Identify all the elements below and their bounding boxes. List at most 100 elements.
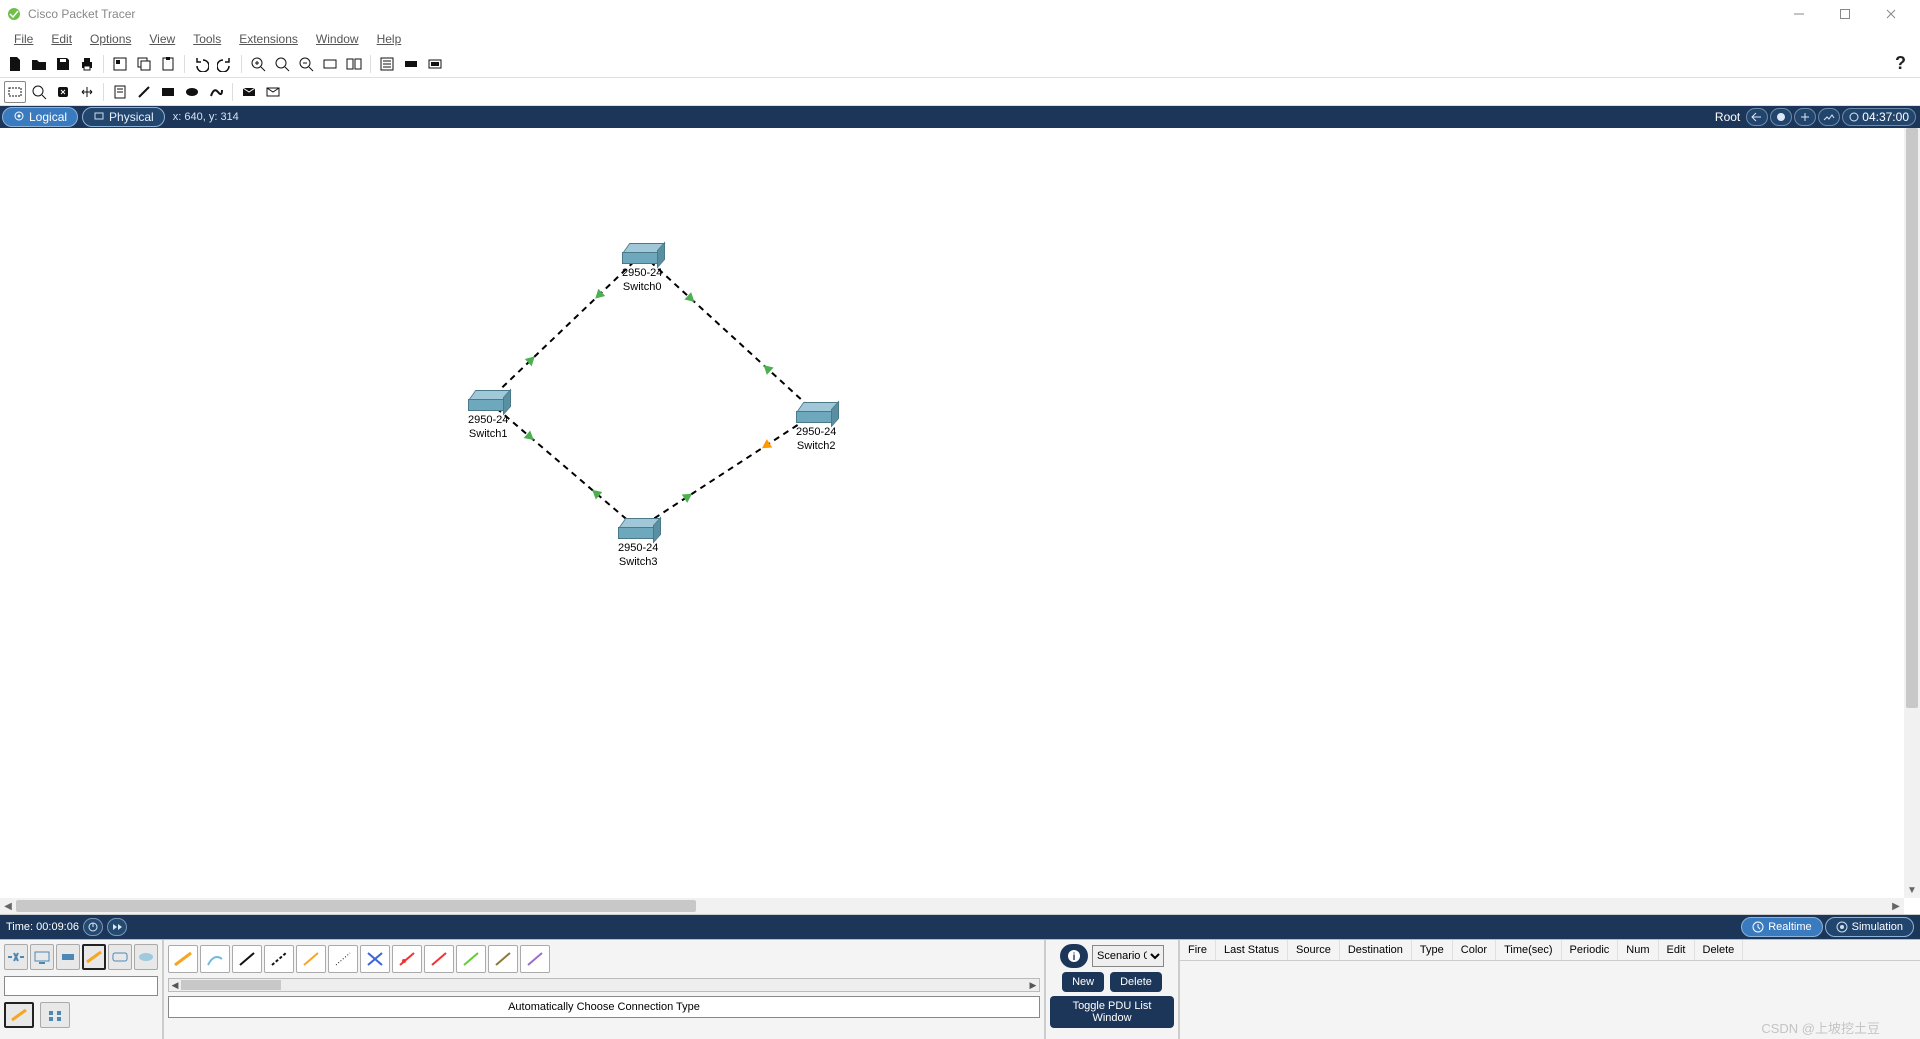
menu-extensions[interactable]: Extensions bbox=[231, 30, 306, 48]
realtime-tab[interactable]: Realtime bbox=[1741, 917, 1822, 937]
select-tool-button[interactable] bbox=[4, 81, 26, 103]
zoom-out-button[interactable] bbox=[295, 53, 317, 75]
cluster-button[interactable] bbox=[1770, 108, 1792, 126]
category-components[interactable] bbox=[56, 944, 80, 970]
connection-octal-button[interactable] bbox=[456, 945, 486, 973]
connection-phone-button[interactable] bbox=[328, 945, 358, 973]
fast-forward-button[interactable] bbox=[107, 918, 127, 936]
connection-console-button[interactable] bbox=[200, 945, 230, 973]
line-tool-button[interactable] bbox=[133, 81, 155, 103]
pdu-col-edit[interactable]: Edit bbox=[1659, 940, 1695, 960]
new-file-button[interactable] bbox=[4, 53, 26, 75]
device-switch0[interactable]: 2950-24Switch0 bbox=[622, 243, 662, 295]
misc-button-2[interactable] bbox=[424, 53, 446, 75]
command-log-button[interactable] bbox=[376, 53, 398, 75]
menu-help[interactable]: Help bbox=[369, 30, 410, 48]
device-switch2[interactable]: 2950-24Switch2 bbox=[796, 402, 836, 454]
note-tool-button[interactable] bbox=[109, 81, 131, 103]
category-miscellaneous[interactable] bbox=[108, 944, 132, 970]
logical-tab[interactable]: Logical bbox=[2, 107, 78, 127]
conn-scroll-right[interactable]: ▶ bbox=[1027, 979, 1039, 991]
vertical-scrollbar[interactable]: ▲ ▼ bbox=[1904, 128, 1920, 898]
category-connections[interactable] bbox=[82, 944, 106, 970]
activity-wizard-button[interactable] bbox=[109, 53, 131, 75]
connection-serial-dce-button[interactable] bbox=[392, 945, 422, 973]
subcategory-connections-grid[interactable] bbox=[40, 1002, 70, 1028]
device-search-input[interactable] bbox=[4, 976, 158, 996]
scroll-left-arrow[interactable]: ◀ bbox=[0, 898, 16, 914]
help-button[interactable]: ? bbox=[1895, 53, 1916, 74]
environment-clock[interactable]: 04:37:00 bbox=[1842, 108, 1916, 126]
subcategory-connections-all[interactable] bbox=[4, 1002, 34, 1028]
category-multiuser[interactable] bbox=[134, 944, 158, 970]
menu-edit[interactable]: Edit bbox=[43, 30, 80, 48]
scenario-delete-button[interactable]: Delete bbox=[1110, 972, 1162, 992]
pdu-col-color[interactable]: Color bbox=[1453, 940, 1496, 960]
drawing-palette-button[interactable] bbox=[319, 53, 341, 75]
pdu-col-laststatus[interactable]: Last Status bbox=[1216, 940, 1288, 960]
connection-iot-button[interactable] bbox=[488, 945, 518, 973]
scroll-down-arrow[interactable]: ▼ bbox=[1904, 882, 1920, 898]
custom-devices-button[interactable] bbox=[343, 53, 365, 75]
maximize-button[interactable] bbox=[1822, 0, 1868, 28]
power-cycle-button[interactable] bbox=[83, 918, 103, 936]
print-button[interactable] bbox=[76, 53, 98, 75]
menu-options[interactable]: Options bbox=[82, 30, 139, 48]
vscroll-thumb[interactable] bbox=[1906, 128, 1918, 708]
set-background-button[interactable] bbox=[1818, 108, 1840, 126]
pdu-col-delete[interactable]: Delete bbox=[1695, 940, 1744, 960]
pdu-col-timesec[interactable]: Time(sec) bbox=[1496, 940, 1561, 960]
pdu-col-fire[interactable]: Fire bbox=[1180, 940, 1216, 960]
pdu-col-periodic[interactable]: Periodic bbox=[1562, 940, 1619, 960]
horizontal-scrollbar[interactable]: ◀ ▶ bbox=[0, 898, 1904, 914]
paste-button[interactable] bbox=[157, 53, 179, 75]
inspect-tool-button[interactable] bbox=[28, 81, 50, 103]
menu-window[interactable]: Window bbox=[308, 30, 367, 48]
device-switch1[interactable]: 2950-24Switch1 bbox=[468, 390, 508, 442]
minimize-button[interactable] bbox=[1776, 0, 1822, 28]
canvas[interactable]: 2950-24Switch0 2950-24Switch1 2950-24Swi… bbox=[0, 128, 1904, 898]
device-switch3[interactable]: 2950-24Switch3 bbox=[618, 518, 658, 570]
freeform-tool-button[interactable] bbox=[205, 81, 227, 103]
open-file-button[interactable] bbox=[28, 53, 50, 75]
connection-scroll[interactable]: ◀ ▶ bbox=[168, 978, 1040, 992]
ellipse-tool-button[interactable] bbox=[181, 81, 203, 103]
misc-button-1[interactable] bbox=[400, 53, 422, 75]
connection-straight-button[interactable] bbox=[232, 945, 262, 973]
menu-tools[interactable]: Tools bbox=[185, 30, 229, 48]
undo-button[interactable] bbox=[190, 53, 212, 75]
close-button[interactable] bbox=[1868, 0, 1914, 28]
conn-scroll-thumb[interactable] bbox=[181, 980, 281, 990]
copy-button[interactable] bbox=[133, 53, 155, 75]
connection-coaxial-button[interactable] bbox=[360, 945, 390, 973]
move-object-button[interactable] bbox=[1794, 108, 1816, 126]
complex-pdu-button[interactable] bbox=[262, 81, 284, 103]
zoom-reset-button[interactable] bbox=[271, 53, 293, 75]
pdu-col-source[interactable]: Source bbox=[1288, 940, 1340, 960]
scenario-info-icon[interactable]: i bbox=[1060, 944, 1088, 968]
connection-serial-dte-button[interactable] bbox=[424, 945, 454, 973]
delete-tool-button[interactable] bbox=[52, 81, 74, 103]
back-nav-button[interactable] bbox=[1746, 108, 1768, 126]
conn-scroll-left[interactable]: ◀ bbox=[169, 979, 181, 991]
category-end-devices[interactable] bbox=[30, 944, 54, 970]
pdu-col-num[interactable]: Num bbox=[1618, 940, 1658, 960]
resize-tool-button[interactable] bbox=[76, 81, 98, 103]
scenario-select[interactable]: Scenario 0 bbox=[1092, 945, 1164, 967]
save-button[interactable] bbox=[52, 53, 74, 75]
connection-fiber-button[interactable] bbox=[296, 945, 326, 973]
menu-view[interactable]: View bbox=[141, 30, 183, 48]
scroll-right-arrow[interactable]: ▶ bbox=[1888, 898, 1904, 914]
root-label[interactable]: Root bbox=[1715, 110, 1740, 124]
toggle-pdu-list-button[interactable]: Toggle PDU List Window bbox=[1050, 996, 1174, 1028]
menu-file[interactable]: File bbox=[6, 30, 41, 48]
rectangle-tool-button[interactable] bbox=[157, 81, 179, 103]
category-network-devices[interactable] bbox=[4, 944, 28, 970]
redo-button[interactable] bbox=[214, 53, 236, 75]
connection-auto-button[interactable] bbox=[168, 945, 198, 973]
scenario-new-button[interactable]: New bbox=[1062, 972, 1104, 992]
pdu-col-type[interactable]: Type bbox=[1412, 940, 1453, 960]
simple-pdu-button[interactable] bbox=[238, 81, 260, 103]
zoom-in-button[interactable] bbox=[247, 53, 269, 75]
connection-usb-button[interactable] bbox=[520, 945, 550, 973]
